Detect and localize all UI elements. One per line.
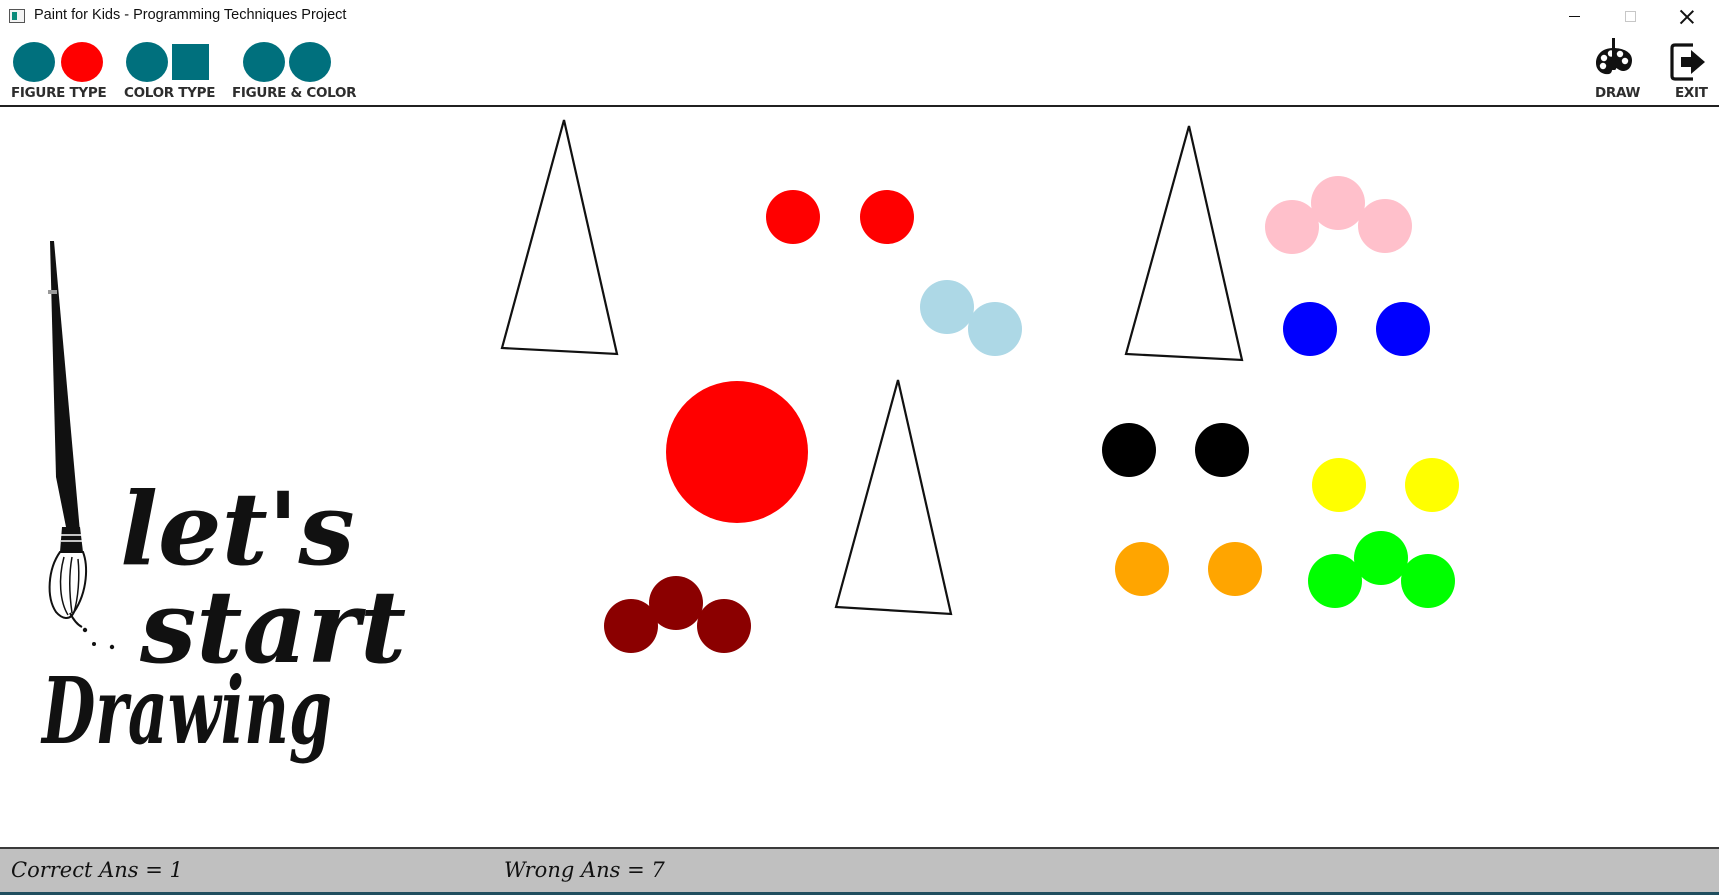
lettering-drawing: Drawing [40, 657, 332, 765]
circle-figure[interactable] [1115, 542, 1169, 596]
title-bar: Paint for Kids - Programming Techniques … [0, 0, 1719, 33]
circle-figure[interactable] [1208, 542, 1262, 596]
circle-figure[interactable] [649, 576, 703, 630]
close-icon [1680, 10, 1694, 24]
app-icon [9, 9, 25, 23]
circle-figure[interactable] [766, 190, 820, 244]
status-bar: Correct Ans = 1 Wrong Ans = 7 [0, 847, 1719, 895]
color-type-label: COLOR TYPE [124, 85, 216, 101]
triangle-figure[interactable] [1124, 125, 1244, 362]
circle-figure[interactable] [1265, 200, 1319, 254]
figure-and-color-button[interactable]: FIGURE & COLOR [232, 33, 357, 105]
circle-figure[interactable] [1376, 302, 1430, 356]
draw-button[interactable]: DRAW [1586, 33, 1642, 105]
figure-and-color-label: FIGURE & COLOR [232, 85, 357, 101]
palette-icon [1596, 38, 1632, 75]
minimize-icon [1568, 16, 1580, 17]
figures-layer: let's start Drawing [40, 119, 1459, 765]
circle-figure[interactable] [1312, 458, 1366, 512]
color-type-button[interactable]: COLOR TYPE [124, 33, 216, 105]
triangle-figure[interactable] [500, 119, 619, 356]
exit-icon [1670, 43, 1705, 81]
circle-figure[interactable] [920, 280, 974, 334]
exit-label: EXIT [1675, 85, 1708, 101]
figure-type-button[interactable]: FIGURE TYPE [11, 33, 111, 105]
circle-figure[interactable] [968, 302, 1022, 356]
lets-start-drawing-lettering: let's start Drawing [40, 470, 406, 765]
circle-figure[interactable] [1308, 554, 1362, 608]
wrong-answers: Wrong Ans = 7 [504, 858, 665, 882]
paintbrush-icon [48, 241, 115, 650]
circle-figure[interactable] [1102, 423, 1156, 477]
circle-figure[interactable] [666, 381, 808, 523]
circle-figure[interactable] [1283, 302, 1337, 356]
correct-answers: Correct Ans = 1 [11, 858, 183, 882]
triangle-figure[interactable] [834, 379, 953, 616]
circle-figure[interactable] [860, 190, 914, 244]
draw-label: DRAW [1595, 85, 1641, 101]
circle-figure[interactable] [1311, 176, 1365, 230]
circle-figure[interactable] [1195, 423, 1249, 477]
exit-button[interactable]: EXIT [1664, 33, 1714, 105]
circle-figure[interactable] [1401, 554, 1455, 608]
circle-figure[interactable] [1354, 531, 1408, 585]
circle-figure[interactable] [697, 599, 751, 653]
minimize-button[interactable] [1546, 0, 1602, 33]
window-title: Paint for Kids - Programming Techniques … [34, 7, 347, 23]
maximize-button[interactable] [1602, 0, 1658, 33]
circle-figure[interactable] [1405, 458, 1459, 512]
maximize-icon [1624, 11, 1636, 22]
drawing-canvas[interactable]: let's start Drawing [0, 107, 1719, 847]
figure-type-label: FIGURE TYPE [11, 85, 107, 101]
close-button[interactable] [1659, 0, 1715, 33]
circle-figure[interactable] [1358, 199, 1412, 253]
toolbar: FIGURE TYPE COLOR TYPE FIGURE & COLOR DR… [0, 33, 1719, 105]
